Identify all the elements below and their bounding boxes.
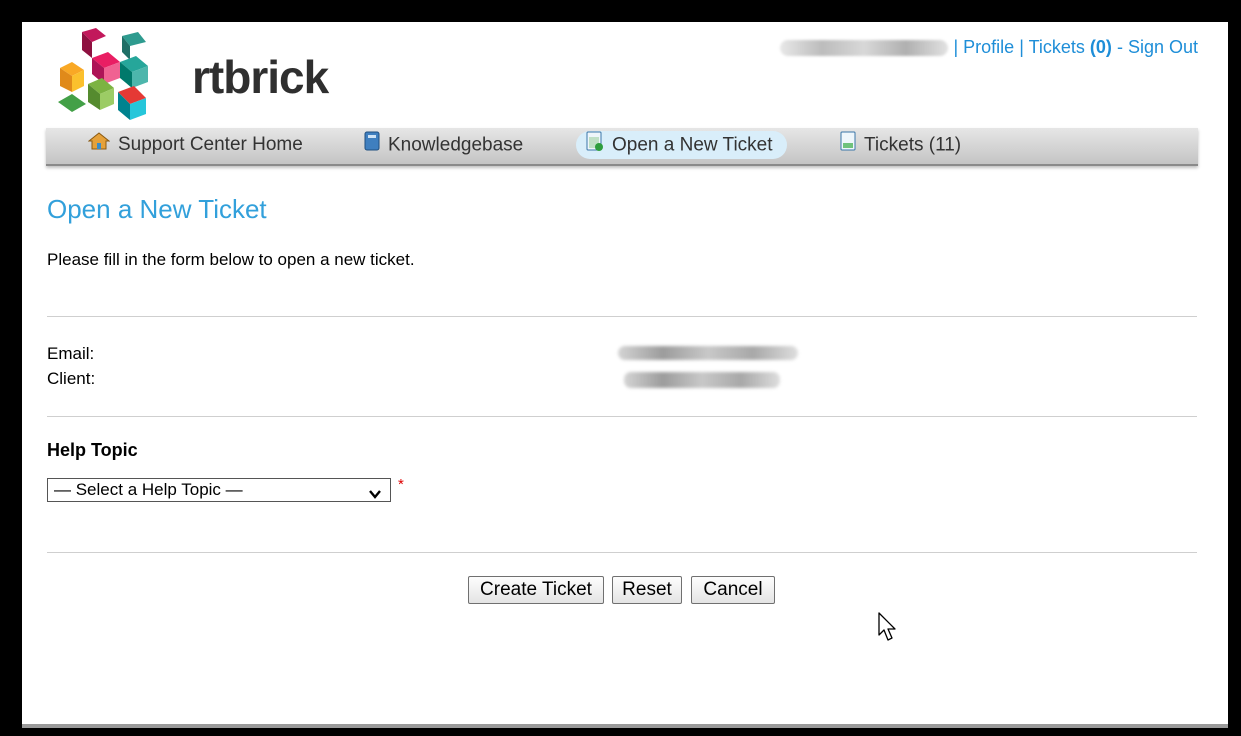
nav-item-label: Tickets (11)	[864, 134, 962, 156]
main-nav: Support Center Home Knowledgebase Open a…	[46, 128, 1198, 166]
required-marker: *	[398, 476, 404, 493]
help-topic-selected-value: — Select a Help Topic —	[54, 480, 243, 499]
divider	[47, 416, 1197, 417]
profile-link[interactable]: Profile	[963, 37, 1014, 57]
intro-text: Please fill in the form below to open a …	[47, 250, 415, 269]
client-label: Client:	[47, 369, 96, 388]
tickets-link[interactable]: Tickets (0)	[1029, 37, 1112, 57]
home-icon	[87, 131, 111, 159]
rtbrick-logo[interactable]: rtbrick	[52, 28, 329, 124]
nav-item-label: Open a New Ticket	[612, 134, 773, 156]
window-bottom-edge	[22, 724, 1228, 728]
divider	[47, 552, 1197, 553]
nav-item-support-center-home[interactable]: Support Center Home	[78, 131, 317, 159]
page-title: Open a New Ticket	[47, 194, 267, 224]
tickets-link-label: Tickets	[1028, 37, 1085, 57]
tickets-count: (0)	[1089, 37, 1112, 57]
reset-button[interactable]: Reset	[612, 576, 682, 604]
nav-item-label: Knowledgebase	[388, 134, 524, 156]
dash-separator: -	[1116, 37, 1123, 57]
separator: |	[1019, 37, 1024, 57]
cancel-button[interactable]: Cancel	[691, 576, 775, 604]
email-label: Email:	[47, 344, 95, 363]
tickets-icon	[840, 131, 856, 160]
redacted-user-name	[780, 40, 949, 57]
nav-item-label: Support Center Home	[118, 134, 303, 156]
chevron-down-icon	[368, 484, 382, 506]
nav-item-tickets[interactable]: Tickets (11)	[830, 131, 975, 159]
create-ticket-button[interactable]: Create Ticket	[468, 576, 604, 604]
divider	[47, 316, 1197, 317]
redacted-client-value	[624, 372, 780, 388]
book-icon	[364, 131, 380, 160]
nav-item-open-new-ticket[interactable]: Open a New Ticket	[576, 131, 787, 159]
logo-mark-icon	[58, 28, 148, 120]
mouse-cursor-icon	[878, 612, 898, 647]
new-ticket-icon	[586, 131, 604, 160]
help-topic-heading: Help Topic	[47, 440, 138, 460]
separator: |	[953, 37, 959, 57]
sign-out-link[interactable]: Sign Out	[1128, 37, 1198, 57]
page: rtbrick | Profile | Tickets (0) - Sign O…	[22, 22, 1228, 724]
logo-text: rtbrick	[192, 51, 329, 103]
user-bar: | Profile | Tickets (0) - Sign Out	[780, 37, 1198, 58]
help-topic-select[interactable]: — Select a Help Topic —	[47, 478, 391, 502]
redacted-email-value	[618, 346, 798, 360]
nav-item-knowledgebase[interactable]: Knowledgebase	[354, 131, 537, 159]
